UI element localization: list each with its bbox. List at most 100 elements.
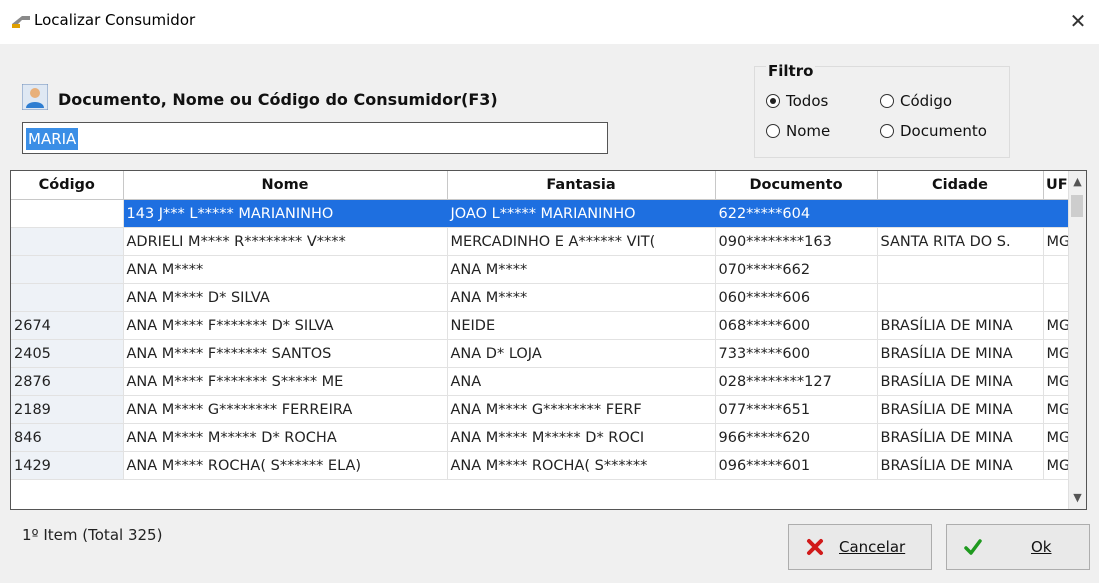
title-bar: Localizar Consumidor ✕ <box>0 0 1099 44</box>
column-header-fantasia[interactable]: Fantasia <box>447 171 716 200</box>
cell-fantasia: ANA M**** <box>447 283 716 312</box>
cell-codigo: 2405 <box>11 339 124 368</box>
column-header-documento[interactable]: Documento <box>715 171 878 200</box>
cell-nome: ANA M**** F******* S***** ME <box>123 367 448 396</box>
filter-radio-nome[interactable]: Nome <box>766 122 830 140</box>
cell-documento: 028********127 <box>715 367 878 396</box>
radio-unchecked-icon <box>880 124 894 138</box>
cell-uf: MG <box>1043 227 1072 256</box>
cell-cidade: BRASÍLIA DE MINA <box>877 451 1044 480</box>
cell-uf: MG <box>1043 395 1072 424</box>
cell-documento: 068*****600 <box>715 311 878 340</box>
cell-uf <box>1043 199 1072 228</box>
vertical-scrollbar[interactable]: ▲ ▼ <box>1068 171 1086 509</box>
cell-codigo: 2189 <box>11 395 124 424</box>
radio-checked-icon <box>766 94 780 108</box>
cell-cidade <box>877 199 1044 228</box>
cell-cidade: BRASÍLIA DE MINA <box>877 423 1044 452</box>
cell-documento: 622*****604 <box>715 199 878 228</box>
cell-uf <box>1043 255 1072 284</box>
scrollbar-thumb[interactable] <box>1071 195 1083 217</box>
cell-codigo <box>11 283 124 312</box>
close-x-icon <box>807 539 823 555</box>
radio-unchecked-icon <box>880 94 894 108</box>
filter-radio-todos[interactable]: Todos <box>766 92 828 110</box>
cell-nome: ANA M**** G******** FERREIRA <box>123 395 448 424</box>
radio-label: Documento <box>900 122 987 140</box>
cell-cidade: BRASÍLIA DE MINA <box>877 339 1044 368</box>
cell-uf: MG <box>1043 451 1072 480</box>
cell-cidade: BRASÍLIA DE MINA <box>877 367 1044 396</box>
cell-nome: ANA M**** F******* D* SILVA <box>123 311 448 340</box>
cell-codigo: 2876 <box>11 367 124 396</box>
consumer-grid[interactable]: Código Nome Fantasia Documento Cidade UF… <box>10 170 1087 510</box>
cell-cidade <box>877 255 1044 284</box>
cell-documento: 077*****651 <box>715 395 878 424</box>
close-icon[interactable]: ✕ <box>1065 8 1091 34</box>
cell-nome: ADRIELI M**** R******** V**** <box>123 227 448 256</box>
cell-cidade <box>877 283 1044 312</box>
column-header-uf[interactable]: UF <box>1043 171 1072 200</box>
column-header-nome[interactable]: Nome <box>123 171 448 200</box>
filter-radio-documento[interactable]: Documento <box>880 122 987 140</box>
cell-codigo <box>11 199 124 228</box>
table-row[interactable]: 1429 ANA M**** ROCHA( S****** ELA) ANA M… <box>11 451 1072 480</box>
table-row[interactable]: 2674 ANA M**** F******* D* SILVA NEIDE 0… <box>11 311 1072 340</box>
table-row[interactable]: ADRIELI M**** R******** V**** MERCADINHO… <box>11 227 1072 256</box>
cell-uf: MG <box>1043 367 1072 396</box>
cell-fantasia: ANA M**** ROCHA( S****** <box>447 451 716 480</box>
search-input[interactable]: MARIA <box>22 122 608 154</box>
filter-title: Filtro <box>766 62 816 80</box>
scroll-down-icon[interactable]: ▼ <box>1069 487 1086 509</box>
cell-fantasia: ANA M**** G******** FERF <box>447 395 716 424</box>
cell-cidade: SANTA RITA DO S. <box>877 227 1044 256</box>
table-header-row: Código Nome Fantasia Documento Cidade UF <box>11 171 1072 200</box>
table-row[interactable]: 2405 ANA M**** F******* SANTOS ANA D* LO… <box>11 339 1072 368</box>
cell-documento: 060*****606 <box>715 283 878 312</box>
filter-radio-codigo[interactable]: Código <box>880 92 952 110</box>
cell-fantasia: JOAO L***** MARIANINHO <box>447 199 716 228</box>
cell-fantasia: NEIDE <box>447 311 716 340</box>
cell-codigo <box>11 227 124 256</box>
table-row[interactable]: ANA M**** ANA M**** 070*****662 <box>11 255 1072 284</box>
status-text: 1º Item (Total 325) <box>22 526 163 544</box>
cell-documento: 966*****620 <box>715 423 878 452</box>
cancel-label: Cancelar <box>839 538 906 556</box>
window-title: Localizar Consumidor <box>34 11 196 29</box>
cell-fantasia: ANA M**** M***** D* ROCI <box>447 423 716 452</box>
cell-fantasia: ANA M**** <box>447 255 716 284</box>
user-icon <box>22 84 48 110</box>
cell-codigo <box>11 255 124 284</box>
cell-uf: MG <box>1043 311 1072 340</box>
cell-nome: 143 J*** L***** MARIANINHO <box>123 199 448 228</box>
checkmark-icon <box>964 539 982 555</box>
search-label: Documento, Nome ou Código do Consumidor(… <box>58 90 498 109</box>
consumer-table: Código Nome Fantasia Documento Cidade UF… <box>11 171 1072 480</box>
table-row[interactable]: 846 ANA M**** M***** D* ROCHA ANA M**** … <box>11 423 1072 452</box>
cell-codigo: 846 <box>11 423 124 452</box>
column-header-cidade[interactable]: Cidade <box>877 171 1044 200</box>
cell-uf: MG <box>1043 339 1072 368</box>
scroll-up-icon[interactable]: ▲ <box>1069 171 1086 193</box>
cell-nome: ANA M**** ROCHA( S****** ELA) <box>123 451 448 480</box>
app-icon <box>12 16 30 28</box>
cell-nome: ANA M**** D* SILVA <box>123 283 448 312</box>
ok-label: Ok <box>1031 538 1052 556</box>
cancel-button[interactable]: Cancelar <box>788 524 932 570</box>
ok-button[interactable]: Ok <box>946 524 1090 570</box>
table-row[interactable]: 143 J*** L***** MARIANINHO JOAO L***** M… <box>11 199 1072 228</box>
column-header-codigo[interactable]: Código <box>11 171 124 200</box>
table-row[interactable]: ANA M**** D* SILVA ANA M**** 060*****606 <box>11 283 1072 312</box>
cell-cidade: BRASÍLIA DE MINA <box>877 311 1044 340</box>
cell-cidade: BRASÍLIA DE MINA <box>877 395 1044 424</box>
cell-nome: ANA M**** M***** D* ROCHA <box>123 423 448 452</box>
cell-documento: 090********163 <box>715 227 878 256</box>
cell-nome: ANA M**** <box>123 255 448 284</box>
cell-uf <box>1043 283 1072 312</box>
cell-documento: 096*****601 <box>715 451 878 480</box>
cell-documento: 070*****662 <box>715 255 878 284</box>
radio-unchecked-icon <box>766 124 780 138</box>
cell-codigo: 1429 <box>11 451 124 480</box>
table-row[interactable]: 2876 ANA M**** F******* S***** ME ANA 02… <box>11 367 1072 396</box>
table-row[interactable]: 2189 ANA M**** G******** FERREIRA ANA M*… <box>11 395 1072 424</box>
